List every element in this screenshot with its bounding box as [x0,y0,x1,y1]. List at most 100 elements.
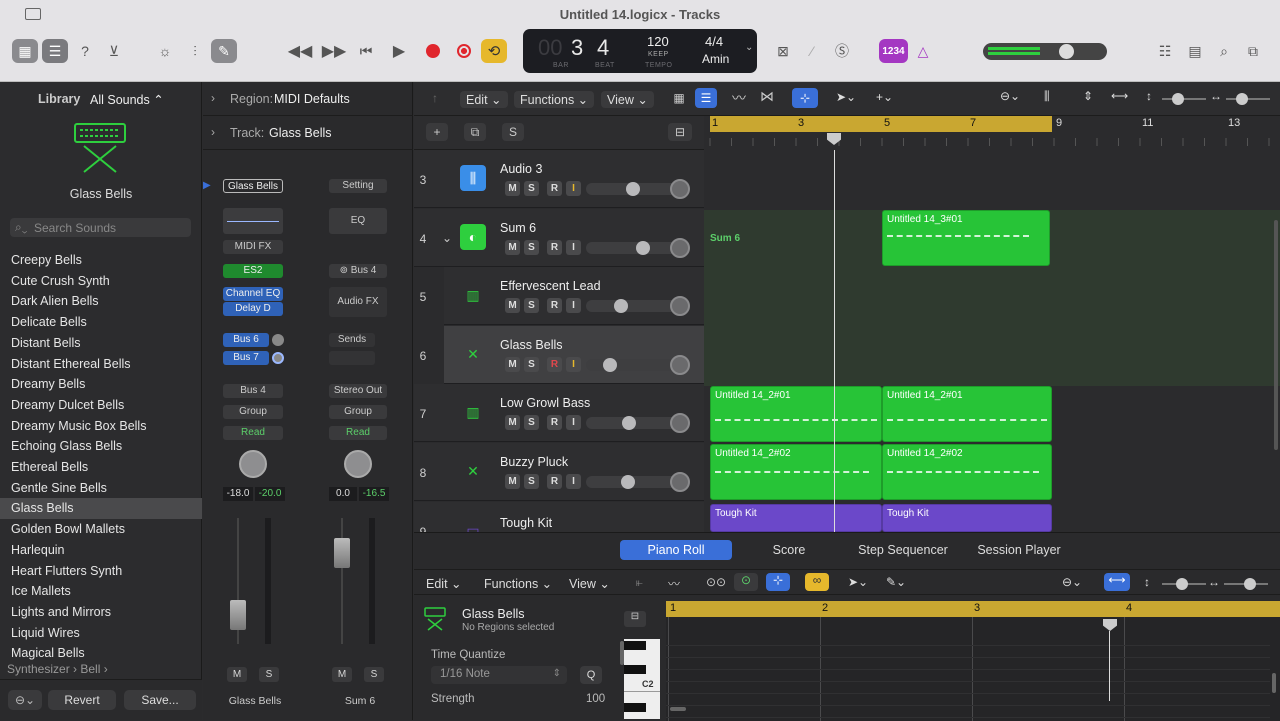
cycle-icon[interactable]: ⟲ [481,39,507,63]
region-untitled-2-01-b[interactable]: Untitled 14_2#01 [882,386,1052,442]
tracks-view-menu[interactable]: View ⌄ [601,91,654,108]
keyboard-scrollbar[interactable] [620,641,624,665]
global-solo-button[interactable]: S [502,123,524,141]
editor-vzoom-knob[interactable] [1176,578,1188,590]
editor-tab-piano-roll[interactable]: Piano Roll [620,540,732,560]
track-volume-knob[interactable] [621,475,635,489]
editor-region-icon[interactable]: ⊟ [624,611,646,627]
strip1-pan-knob[interactable] [239,450,267,478]
library-sound-item[interactable]: Dark Alien Bells [0,291,202,312]
strip1-group[interactable]: Group [223,405,283,419]
track-volume-knob[interactable] [636,240,650,255]
library-sound-item[interactable]: Dreamy Dulcet Bells [0,395,202,416]
strip2-sends[interactable]: Sends [329,333,375,347]
track-name[interactable]: Low Growl Bass [500,396,590,410]
track-record-enable-button[interactable]: R [547,298,562,314]
tuner-icon[interactable]: ⁄ [799,39,825,63]
strip1-send-2-knob[interactable] [272,352,284,364]
strip1-mute-button[interactable]: M [227,667,247,682]
track-solo-button[interactable]: S [524,356,539,372]
capture-record-icon[interactable] [451,39,477,63]
quick-help-icon[interactable]: ? [72,39,98,63]
master-volume-knob[interactable] [1059,44,1074,59]
pointer-tool-icon[interactable]: ➤⌄ [836,90,856,104]
track-mute-button[interactable]: M [505,474,520,489]
play-icon[interactable]: ▶ [386,39,412,63]
vertical-fit-icon[interactable]: ⇕ [1083,89,1093,103]
track-header[interactable]: 7 ▥ Low Growl Bass M S R I [414,384,704,443]
editor-hscrollbar[interactable] [670,707,686,711]
library-breadcrumb[interactable]: Synthesizer › Bell › [7,662,108,676]
disclosure-chevron-icon[interactable]: ⌄ [442,231,452,245]
library-sound-item[interactable]: Harlequin [0,540,202,561]
track-header[interactable]: 8 ✕ Buzzy Pluck M S R I [414,443,704,501]
editor-hzoom-icon[interactable]: ↔ [1208,575,1220,589]
library-sound-item[interactable]: Heart Flutters Synth [0,561,202,582]
editor-view-menu[interactable]: View ⌄ [569,576,610,591]
track-volume-knob[interactable] [626,182,640,196]
library-sound-item[interactable]: Distant Ethereal Bells [0,354,202,375]
strip2-solo-button[interactable]: S [364,667,384,682]
lcd-chevron-down-icon[interactable]: ⌄ [745,42,753,53]
editor-automation-icon[interactable]: 〰 [668,575,680,592]
library-sound-item[interactable]: Distant Bells [0,333,202,354]
editor-pointer-icon[interactable]: ➤⌄ [848,575,868,589]
editor-playhead-handle[interactable] [1103,619,1117,631]
grid-view-icon[interactable]: ▦ [669,88,689,108]
track-solo-button[interactable]: S [524,474,539,489]
midi-in-icon[interactable]: ⊙⊙ [706,575,726,589]
region-tough-kit-b[interactable]: Tough Kit [882,504,1052,532]
track-input-monitor-button[interactable]: I [566,356,581,372]
track-name[interactable]: Effervescent Lead [500,279,601,293]
automation-icon[interactable]: 〰 [732,88,746,108]
region-inspector-header[interactable]: › Region: MIDI Defaults [203,82,413,116]
cycle-range[interactable] [710,116,1052,132]
strip2-audio-fx-slot[interactable]: Audio FX [329,287,387,317]
master-volume-slider[interactable] [983,43,1107,60]
region-untitled-2-02-a[interactable]: Untitled 14_2#02 [710,444,882,500]
track-volume-knob[interactable] [614,299,628,314]
editor-tab-score[interactable]: Score [748,540,830,560]
tracks-functions-menu[interactable]: Functions ⌄ [514,91,595,108]
strength-value[interactable]: 100 [586,693,605,705]
region-untitled-2-01-a[interactable]: Untitled 14_2#01 [710,386,882,442]
track-pan-knob[interactable] [670,237,690,258]
piano-keyboard[interactable]: C2 [624,639,660,719]
editors-icon[interactable]: ✎ [211,39,237,63]
strip1-volume-fader[interactable] [227,518,279,644]
mixer-icon[interactable]: ⫶ [182,39,208,63]
strip1-fx-slot-2[interactable]: Delay D [223,302,283,316]
toolbar-icon[interactable]: ⊻ [101,39,127,63]
pencil-tool-icon[interactable]: +⌄ [876,90,893,104]
track-header[interactable]: 4 ⌄ ◐ Sum 6 MSRI [414,208,704,267]
strip2-input[interactable]: ⊚ Bus 4 [329,264,387,278]
search-sounds-field[interactable]: ⌕⌄ Search Sounds [10,218,191,237]
editor-tab-step-sequencer[interactable]: Step Sequencer [846,540,960,560]
region-untitled-2-02-b[interactable]: Untitled 14_2#02 [882,444,1052,500]
editor-vzoom-slider[interactable] [1162,578,1206,590]
midi-out-icon[interactable]: ⊙ [734,573,758,591]
track-mute-button[interactable]: M [505,239,520,255]
strip1-automation[interactable]: Read [223,426,283,440]
solo-icon[interactable]: Ⓢ [829,39,855,63]
loop-browser-icon[interactable]: ⌕ [1211,39,1237,63]
inspector-toggle-icon[interactable]: ☰ [42,39,68,63]
track-mute-button[interactable]: M [505,415,520,431]
browsers-icon[interactable]: ⧉ [1240,39,1266,63]
track-input-monitor-button[interactable]: I [566,239,581,255]
fast-forward-icon[interactable]: ▶▶ [321,39,347,63]
library-sound-item[interactable]: Creepy Bells [0,250,202,271]
track-name[interactable]: Sum 6 [500,221,536,235]
horizontal-zoom-slider[interactable] [1226,93,1270,105]
record-icon[interactable] [420,39,446,63]
track-pan-knob[interactable] [670,354,690,375]
track-volume-slider[interactable] [586,299,678,314]
library-sound-item[interactable]: Delicate Bells [0,312,202,333]
track-record-enable-button[interactable]: R [547,356,562,372]
track-volume-slider[interactable] [586,475,678,489]
track-record-enable-button[interactable]: R [547,474,562,489]
strip1-send-2[interactable]: Bus 7 [223,351,269,365]
editor-edit-menu[interactable]: Edit ⌄ [426,576,462,591]
revert-button[interactable]: Revert [48,690,116,710]
replace-icon[interactable]: ⊠ [770,39,796,63]
